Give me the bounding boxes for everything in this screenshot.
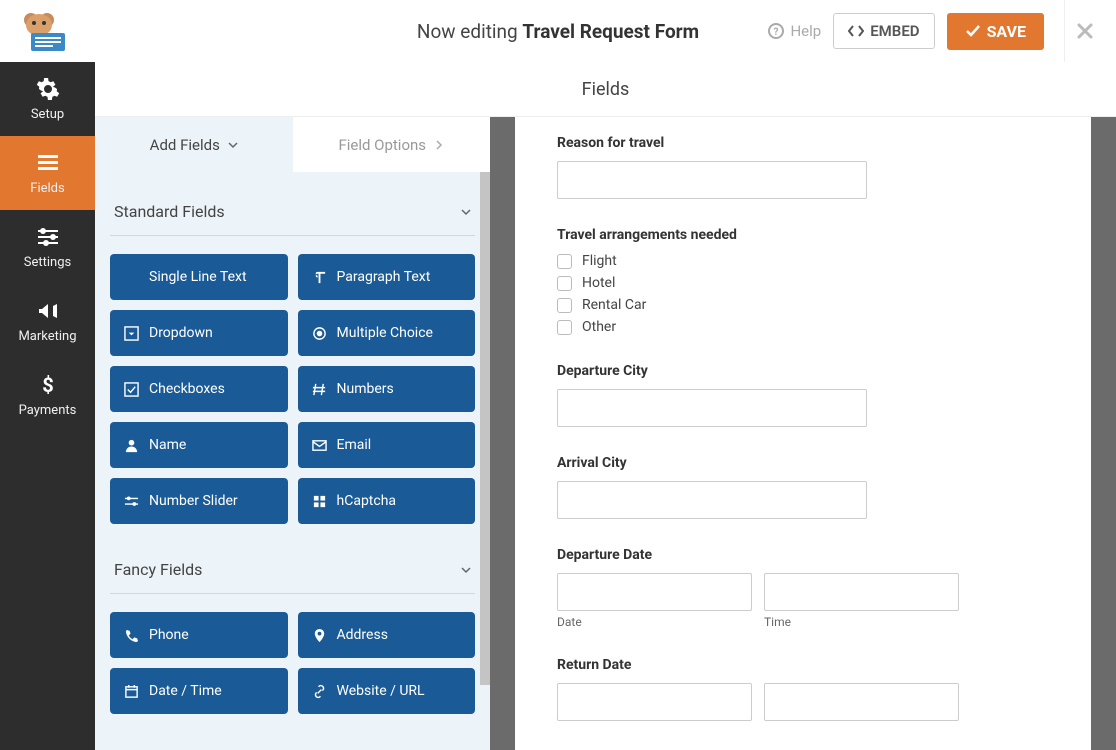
app-logo xyxy=(0,0,90,62)
chevron-down-icon xyxy=(461,207,471,217)
field-hcaptcha[interactable]: hCaptcha xyxy=(298,478,476,524)
dollar-icon: $ xyxy=(36,373,60,397)
field-name[interactable]: Name xyxy=(110,422,288,468)
group-fancy-fields[interactable]: Fancy Fields xyxy=(110,524,475,594)
arrangement-other-checkbox[interactable] xyxy=(557,320,572,335)
help-link[interactable]: ? Help xyxy=(768,22,821,40)
arrival-city-input[interactable] xyxy=(557,481,867,519)
return-date-input[interactable] xyxy=(557,683,752,721)
gear-icon xyxy=(36,77,60,101)
nav-payments[interactable]: $ Payments xyxy=(0,358,95,432)
svg-text:?: ? xyxy=(774,27,779,38)
time-sublabel: Time xyxy=(764,615,959,629)
group-standard-fields[interactable]: Standard Fields xyxy=(110,172,475,236)
chevron-right-icon xyxy=(434,140,444,150)
check-icon xyxy=(965,24,981,38)
calendar-icon xyxy=(124,684,139,699)
gutter xyxy=(1091,117,1116,750)
arrangement-rentalcar-checkbox[interactable] xyxy=(557,298,572,313)
field-phone[interactable]: Phone xyxy=(110,612,288,658)
nav-fields[interactable]: Fields xyxy=(0,136,95,210)
form-preview: Reason for travel Travel arrangements ne… xyxy=(515,117,1091,750)
fields-panel: Add Fields Field Options Standard Fields xyxy=(95,117,490,750)
link-icon xyxy=(312,684,327,699)
editing-title: Now editing Travel Request Form xyxy=(417,20,699,43)
arrangement-option: Other xyxy=(582,319,616,335)
arrangement-option: Flight xyxy=(582,253,617,269)
vertical-nav: Setup Fields Settings Marketing $ Paymen… xyxy=(0,62,95,750)
return-date-label: Return Date xyxy=(557,657,1049,673)
sliders-icon xyxy=(36,225,60,249)
map-pin-icon xyxy=(312,628,327,643)
bullhorn-icon xyxy=(36,299,60,323)
arrangement-hotel-checkbox[interactable] xyxy=(557,276,572,291)
nav-setup[interactable]: Setup xyxy=(0,62,95,136)
close-icon xyxy=(1076,22,1094,40)
paragraph-icon xyxy=(312,270,327,285)
return-time-input[interactable] xyxy=(764,683,959,721)
field-numbers[interactable]: Numbers xyxy=(298,366,476,412)
caret-square-icon xyxy=(124,326,139,341)
hash-icon xyxy=(312,382,327,397)
departure-date-label: Departure Date xyxy=(557,547,1049,563)
arrangement-option: Rental Car xyxy=(582,297,646,313)
field-paragraph-text[interactable]: Paragraph Text xyxy=(298,254,476,300)
departure-date-input[interactable] xyxy=(557,573,752,611)
user-icon xyxy=(124,438,139,453)
grid-icon xyxy=(312,494,327,509)
help-icon: ? xyxy=(768,23,784,39)
envelope-icon xyxy=(312,438,327,453)
close-button[interactable] xyxy=(1064,0,1104,62)
bear-logo-icon xyxy=(17,9,73,53)
field-email[interactable]: Email xyxy=(298,422,476,468)
code-icon xyxy=(848,24,864,38)
phone-icon xyxy=(124,628,139,643)
svg-text:$: $ xyxy=(42,373,53,397)
field-dropdown[interactable]: Dropdown xyxy=(110,310,288,356)
editing-prefix: Now editing xyxy=(417,20,518,43)
field-number-slider[interactable]: Number Slider xyxy=(110,478,288,524)
tab-field-options[interactable]: Field Options xyxy=(293,117,491,172)
reason-for-travel-label: Reason for travel xyxy=(557,135,1049,151)
field-multiple-choice[interactable]: Multiple Choice xyxy=(298,310,476,356)
embed-button[interactable]: EMBED xyxy=(833,13,934,49)
text-cursor-icon xyxy=(124,270,139,285)
reason-for-travel-input[interactable] xyxy=(557,161,867,199)
scrollbar[interactable] xyxy=(480,172,490,685)
chevron-down-icon xyxy=(228,140,238,150)
arrangements-label: Travel arrangements needed xyxy=(557,227,1049,243)
field-date-time[interactable]: Date / Time xyxy=(110,668,288,714)
tab-add-fields[interactable]: Add Fields xyxy=(95,117,293,172)
save-button[interactable]: SAVE xyxy=(947,13,1044,50)
departure-city-label: Departure City xyxy=(557,363,1049,379)
date-sublabel: Date xyxy=(557,615,752,629)
departure-time-input[interactable] xyxy=(764,573,959,611)
field-checkboxes[interactable]: Checkboxes xyxy=(110,366,288,412)
top-bar: Now editing Travel Request Form ? Help E… xyxy=(0,0,1116,62)
check-square-icon xyxy=(124,382,139,397)
field-website-url[interactable]: Website / URL xyxy=(298,668,476,714)
departure-city-input[interactable] xyxy=(557,389,867,427)
list-icon xyxy=(36,151,60,175)
form-name: Travel Request Form xyxy=(522,20,699,43)
field-single-line-text[interactable]: Single Line Text xyxy=(110,254,288,300)
arrival-city-label: Arrival City xyxy=(557,455,1049,471)
nav-settings[interactable]: Settings xyxy=(0,210,95,284)
arrangement-flight-checkbox[interactable] xyxy=(557,254,572,269)
chevron-down-icon xyxy=(461,565,471,575)
nav-marketing[interactable]: Marketing xyxy=(0,284,95,358)
field-address[interactable]: Address xyxy=(298,612,476,658)
gutter xyxy=(490,117,515,750)
sliders-icon xyxy=(124,494,139,509)
radio-icon xyxy=(312,326,327,341)
section-title: Fields xyxy=(95,62,1116,117)
arrangement-option: Hotel xyxy=(582,275,615,291)
